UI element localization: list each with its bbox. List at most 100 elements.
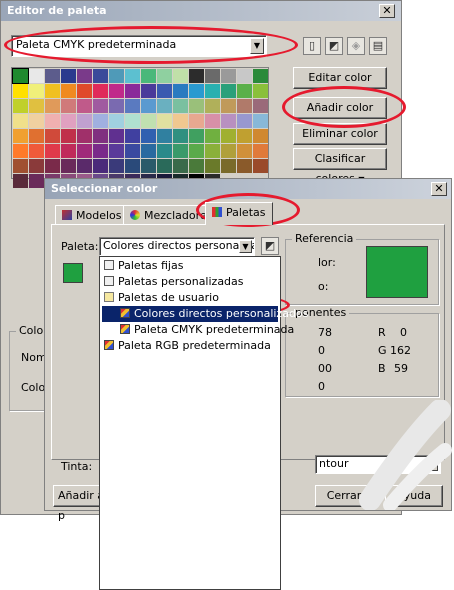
color-swatch[interactable] — [29, 174, 44, 188]
color-swatch[interactable] — [125, 84, 140, 98]
color-swatch[interactable] — [77, 114, 92, 128]
color-swatch[interactable] — [125, 144, 140, 158]
color-swatch[interactable] — [61, 159, 76, 173]
chevron-down-icon[interactable]: ▼ — [250, 38, 264, 54]
color-swatch[interactable] — [157, 84, 172, 98]
color-swatch[interactable] — [29, 129, 44, 143]
color-swatch[interactable] — [173, 144, 188, 158]
color-swatch[interactable] — [45, 99, 60, 113]
add-color-button[interactable]: Añadir color — [293, 97, 387, 119]
color-swatch[interactable] — [93, 159, 108, 173]
color-swatch[interactable] — [205, 129, 220, 143]
save-palette-icon[interactable]: ◈ — [347, 37, 365, 55]
close-icon[interactable]: ✕ — [379, 4, 395, 18]
sort-colors-button[interactable]: Clasificar colores ▼ — [293, 148, 387, 185]
color-swatch[interactable] — [173, 129, 188, 143]
color-swatch[interactable] — [221, 129, 236, 143]
color-swatch[interactable] — [237, 114, 252, 128]
color-swatch[interactable] — [189, 69, 204, 83]
color-swatch[interactable] — [109, 144, 124, 158]
color-swatch[interactable] — [141, 159, 156, 173]
color-swatch[interactable] — [77, 129, 92, 143]
color-swatch[interactable] — [125, 69, 140, 83]
color-swatch[interactable] — [13, 99, 28, 113]
color-swatch[interactable] — [93, 84, 108, 98]
color-swatch[interactable] — [157, 114, 172, 128]
color-swatch[interactable] — [237, 99, 252, 113]
palette-dropdown-list[interactable]: Paletas fijas Paletas personalizadas Palet… — [99, 256, 308, 590]
color-swatch[interactable] — [253, 144, 268, 158]
new-palette-icon[interactable]: ▯ — [303, 37, 321, 55]
color-swatch[interactable] — [77, 84, 92, 98]
save-as-icon[interactable]: ▤ — [369, 37, 387, 55]
palette-dropdown-item[interactable]: Paletas de usuario — [102, 290, 278, 306]
color-swatch[interactable] — [221, 99, 236, 113]
color-swatch[interactable] — [125, 114, 140, 128]
open-palette-icon[interactable]: ◩ — [325, 37, 343, 55]
color-swatch[interactable] — [205, 69, 220, 83]
color-swatch[interactable] — [205, 99, 220, 113]
color-swatch[interactable] — [93, 129, 108, 143]
color-swatch[interactable] — [173, 69, 188, 83]
color-swatch[interactable] — [237, 144, 252, 158]
color-swatch[interactable] — [61, 99, 76, 113]
color-swatch[interactable] — [221, 69, 236, 83]
color-swatch[interactable] — [125, 159, 140, 173]
color-swatch[interactable] — [61, 84, 76, 98]
palette-select[interactable]: Paleta CMYK predeterminada ▼ — [11, 35, 267, 57]
color-swatch[interactable] — [221, 144, 236, 158]
palette-dropdown-item[interactable]: Paletas personalizadas — [102, 274, 278, 290]
color-swatch[interactable] — [61, 69, 76, 83]
color-swatch[interactable] — [141, 69, 156, 83]
color-swatch[interactable] — [45, 159, 60, 173]
color-swatch[interactable] — [221, 114, 236, 128]
color-swatch[interactable] — [77, 144, 92, 158]
color-swatch[interactable] — [13, 159, 28, 173]
color-swatch[interactable] — [173, 159, 188, 173]
color-swatch[interactable] — [61, 114, 76, 128]
color-swatch[interactable] — [157, 69, 172, 83]
color-swatch[interactable] — [29, 114, 44, 128]
color-swatch[interactable] — [237, 159, 252, 173]
color-swatch[interactable] — [125, 99, 140, 113]
tab-palettes[interactable]: Paletas — [205, 202, 273, 225]
color-swatch[interactable] — [109, 114, 124, 128]
color-swatch[interactable] — [29, 144, 44, 158]
remove-color-button[interactable]: Eliminar color — [293, 123, 387, 145]
color-swatch[interactable] — [29, 69, 44, 83]
color-swatch[interactable] — [141, 114, 156, 128]
color-swatch[interactable] — [237, 129, 252, 143]
palette-dropdown-item[interactable]: Paleta CMYK predeterminada — [102, 322, 294, 338]
color-swatch[interactable] — [109, 129, 124, 143]
color-swatch[interactable] — [253, 129, 268, 143]
color-swatch[interactable] — [157, 144, 172, 158]
chevron-down-icon[interactable]: ▼ — [239, 240, 252, 253]
close-icon[interactable]: ✕ — [431, 182, 447, 196]
color-swatch[interactable] — [29, 84, 44, 98]
color-swatch[interactable] — [253, 114, 268, 128]
color-swatch[interactable] — [189, 144, 204, 158]
palette-dropdown-item[interactable]: Paletas fijas — [102, 258, 278, 274]
color-swatch[interactable] — [157, 129, 172, 143]
color-swatch[interactable] — [253, 84, 268, 98]
palette-combo[interactable]: Colores directos personalizado ▼ — [99, 237, 255, 256]
color-swatch[interactable] — [205, 144, 220, 158]
color-swatch[interactable] — [253, 159, 268, 173]
color-swatch[interactable] — [173, 84, 188, 98]
color-swatch[interactable] — [29, 159, 44, 173]
color-swatch[interactable] — [77, 159, 92, 173]
color-swatch[interactable] — [77, 99, 92, 113]
open-palette-icon[interactable]: ◩ — [261, 237, 279, 255]
color-swatch[interactable] — [141, 129, 156, 143]
color-swatch[interactable] — [45, 144, 60, 158]
color-swatch[interactable] — [141, 144, 156, 158]
color-swatch[interactable] — [205, 84, 220, 98]
color-swatch[interactable] — [173, 99, 188, 113]
color-swatch[interactable] — [189, 99, 204, 113]
color-swatch[interactable] — [13, 84, 28, 98]
color-swatch[interactable] — [237, 84, 252, 98]
color-swatch[interactable] — [205, 159, 220, 173]
color-swatch[interactable] — [157, 99, 172, 113]
color-swatch[interactable] — [109, 159, 124, 173]
color-swatch[interactable] — [109, 69, 124, 83]
